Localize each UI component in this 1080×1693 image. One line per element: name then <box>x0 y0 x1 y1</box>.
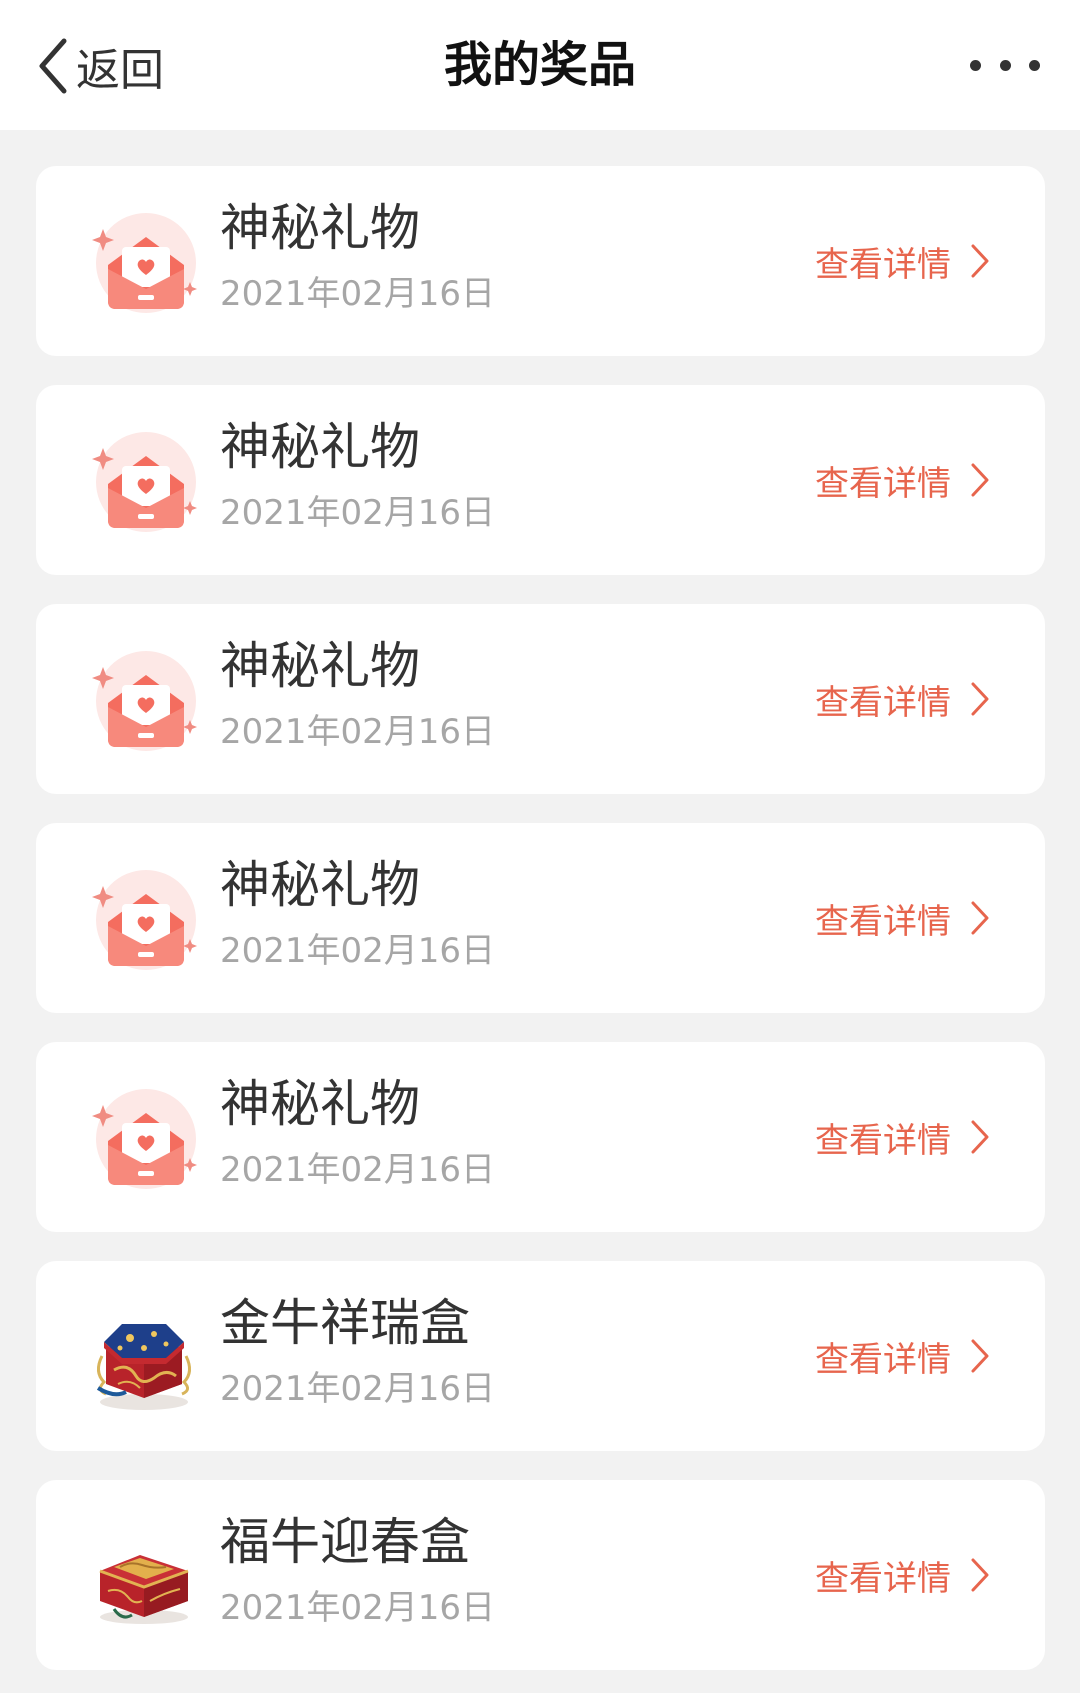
view-details-label: 查看详情 <box>815 682 951 723</box>
prize-date: 2021年02月16日 <box>220 274 496 314</box>
prize-date: 2021年02月16日 <box>220 712 496 752</box>
prize-card[interactable]: 神秘礼物 2021年02月16日 查看详情 <box>36 385 1045 575</box>
prize-card[interactable]: 神秘礼物 2021年02月16日 查看详情 <box>36 604 1045 794</box>
view-details-link[interactable]: 查看详情 <box>815 674 991 724</box>
prize-card[interactable]: 福牛迎春盒 2021年02月16日 查看详情 <box>36 1480 1045 1670</box>
chevron-right-icon <box>971 1558 989 1592</box>
chevron-right-icon <box>971 463 989 497</box>
prize-date: 2021年02月16日 <box>220 1369 496 1409</box>
prize-date: 2021年02月16日 <box>220 1150 496 1190</box>
envelope-heart-icon <box>84 203 204 323</box>
chevron-right-icon <box>971 682 989 716</box>
more-dot-icon <box>970 59 981 71</box>
view-details-label: 查看详情 <box>815 1339 951 1380</box>
view-details-link[interactable]: 查看详情 <box>815 1550 991 1600</box>
chevron-right-icon <box>971 244 989 278</box>
view-details-label: 查看详情 <box>815 1120 951 1161</box>
octagon-gift-box-icon <box>84 1298 204 1418</box>
prize-date: 2021年02月16日 <box>220 1588 496 1628</box>
envelope-heart-icon <box>84 641 204 761</box>
prize-date: 2021年02月16日 <box>220 931 496 971</box>
prize-card[interactable]: 金牛祥瑞盒 2021年02月16日 查看详情 <box>36 1261 1045 1451</box>
prize-name: 神秘礼物 <box>220 637 420 695</box>
envelope-heart-icon <box>84 860 204 980</box>
prize-name: 福牛迎春盒 <box>220 1513 470 1571</box>
view-details-label: 查看详情 <box>815 1558 951 1599</box>
prize-card[interactable]: 神秘礼物 2021年02月16日 查看详情 <box>36 1042 1045 1232</box>
prize-name: 神秘礼物 <box>220 856 420 914</box>
more-dot-icon <box>999 59 1011 71</box>
envelope-heart-icon <box>84 422 204 542</box>
prize-list: 神秘礼物 2021年02月16日 查看详情 神秘礼物 2021年02月16日 查… <box>36 166 1045 1670</box>
more-dot-icon <box>1029 59 1040 71</box>
chest-gift-box-icon <box>84 1517 204 1637</box>
prize-card[interactable]: 神秘礼物 2021年02月16日 查看详情 <box>36 823 1045 1013</box>
view-details-link[interactable]: 查看详情 <box>815 1112 991 1162</box>
chevron-right-icon <box>971 901 989 935</box>
more-menu-button[interactable] <box>970 50 1040 80</box>
prize-card[interactable]: 神秘礼物 2021年02月16日 查看详情 <box>36 166 1045 356</box>
top-nav-bar: 返回 我的奖品 <box>0 0 1080 130</box>
envelope-heart-icon <box>84 1079 204 1199</box>
view-details-label: 查看详情 <box>815 463 951 504</box>
view-details-link[interactable]: 查看详情 <box>815 893 991 943</box>
page-title: 我的奖品 <box>443 37 636 93</box>
prize-name: 金牛祥瑞盒 <box>220 1294 470 1352</box>
chevron-right-icon <box>971 1339 989 1373</box>
view-details-label: 查看详情 <box>815 901 951 942</box>
view-details-link[interactable]: 查看详情 <box>815 1331 991 1381</box>
view-details-link[interactable]: 查看详情 <box>815 455 991 505</box>
prize-name: 神秘礼物 <box>220 199 420 257</box>
prize-name: 神秘礼物 <box>220 1075 420 1133</box>
prize-name: 神秘礼物 <box>220 418 420 476</box>
prize-date: 2021年02月16日 <box>220 493 496 533</box>
chevron-right-icon <box>971 1120 989 1154</box>
view-details-link[interactable]: 查看详情 <box>815 236 991 286</box>
view-details-label: 查看详情 <box>815 244 951 285</box>
